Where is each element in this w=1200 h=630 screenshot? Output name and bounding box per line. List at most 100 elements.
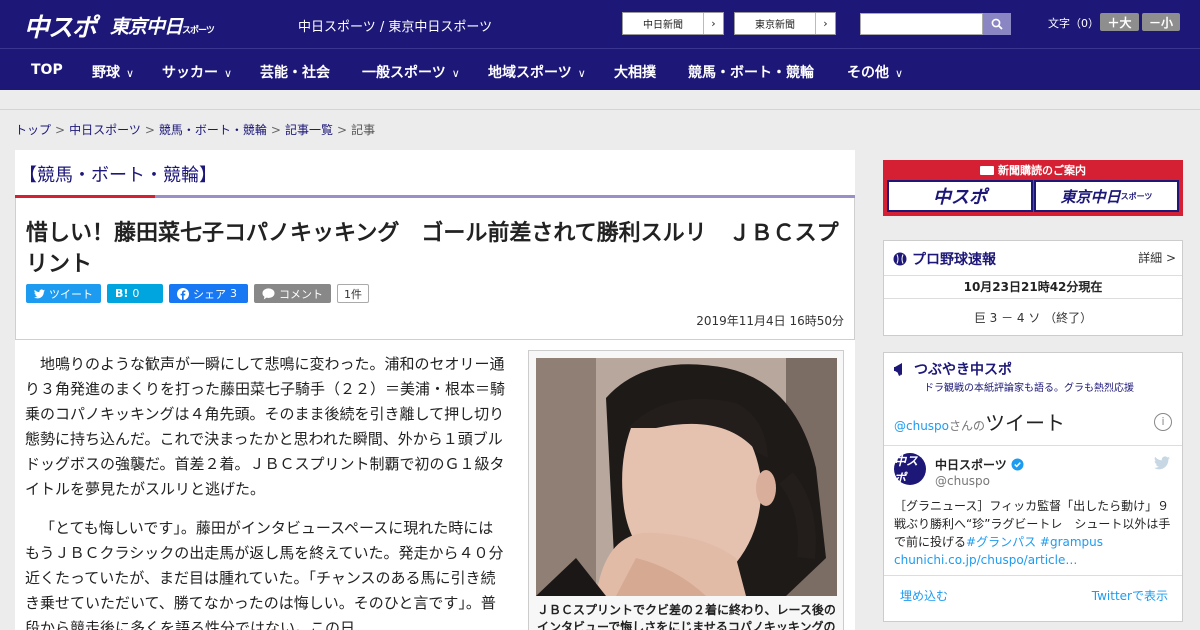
tokyo-logo-suffix: スポーツ	[182, 26, 215, 36]
search-input[interactable]	[860, 13, 983, 35]
comment-bubble-icon	[262, 287, 275, 299]
tokyo-shimbun-label: 東京新聞	[755, 20, 795, 31]
tweets-title-text: つぶやき中スポ	[914, 362, 1012, 378]
baseball-detail-link[interactable]: 詳細 >	[1138, 249, 1176, 266]
chevron-down-icon: ∨	[895, 67, 904, 80]
hatena-bookmark-button[interactable]: B! 0	[107, 284, 163, 303]
chevron-down-icon: ∨	[126, 67, 135, 80]
promo-tokyo-logo[interactable]: 東京中日 スポーツ	[1034, 180, 1179, 212]
article-paragraph: 「とても悔しいです」。藤田がインタビュースペースに現れた時にはもうＪＢＣクラシッ…	[25, 519, 504, 630]
article-photo-figure: ＪＢＣスプリントでクビ差の２着に終わり、レース後のインタビューで悔しさをにじませ…	[528, 350, 844, 630]
twitter-icon	[34, 288, 45, 298]
main-nav: TOP 野球 ∨ サッカー ∨ 芸能・社会 一般スポーツ ∨ 地域スポーツ ∨ 大相撲 …	[0, 48, 1200, 90]
nav-label: 芸能・社会	[260, 65, 330, 81]
comment-button[interactable]: コメント	[254, 284, 331, 303]
promo-title: 新聞購読のご案内	[883, 162, 1183, 178]
embed-link[interactable]: 埋め込む	[900, 587, 948, 604]
hatena-icon: B!	[115, 287, 129, 300]
tweets-handle-link[interactable]: @chuspo	[894, 419, 949, 433]
info-icon[interactable]: i	[1154, 413, 1172, 431]
baseball-icon	[893, 252, 907, 266]
tweet-author-text: 中日スポーツ	[935, 458, 1007, 472]
nav-other[interactable]: その他 ∨	[847, 62, 903, 82]
avatar[interactable]: 中スポ	[894, 453, 926, 485]
tweets-timeline-header: @chuspoさんのツイート	[894, 407, 1065, 436]
nav-label: 野球	[92, 65, 120, 81]
breadcrumb-chunichi-sports[interactable]: 中日スポーツ	[69, 123, 141, 137]
chevron-right-icon: ›	[703, 13, 723, 34]
newspaper-icon	[980, 166, 994, 175]
hashtag-link[interactable]: #grampus	[1040, 535, 1103, 549]
nav-top[interactable]: TOP	[31, 62, 63, 78]
breadcrumb-article-list[interactable]: 記事一覧	[285, 123, 333, 137]
photo-caption: ＪＢＣスプリントでクビ差の２着に終わり、レース後のインタビューで悔しさをにじませ…	[537, 603, 836, 630]
tweets-widget: つぶやき中スポ ドラ観戦の本紙評論家も語る。グラも熱烈応援 @chuspoさんの…	[883, 352, 1183, 622]
nav-label: TOP	[31, 62, 63, 78]
share-buttons: ツイート B! 0 シェア 3 コメント 1件	[26, 284, 369, 303]
breadcrumb-sep: >	[270, 123, 281, 137]
baseball-score[interactable]: 巨 3 － 4 ソ （終了）	[884, 309, 1182, 326]
promo-tokyo-text: 東京中日	[1060, 187, 1121, 206]
article-photo[interactable]	[536, 358, 837, 596]
article-paragraph: 地鳴りのような歓声が一瞬にして悲鳴に変わった。浦和のセオリー通り３角発進のまくり…	[25, 355, 506, 498]
nav-label: その他	[847, 65, 889, 81]
baseball-scores-widget: プロ野球速報 詳細 > 10月23日21時42分現在 巨 3 － 4 ソ （終了…	[883, 240, 1183, 336]
nav-label: 大相撲	[614, 65, 656, 81]
twitter-bird-icon[interactable]	[1154, 455, 1170, 474]
search-icon	[991, 18, 1003, 30]
nav-soccer[interactable]: サッカー ∨	[162, 62, 232, 82]
baseball-title-text: プロ野球速報	[912, 252, 996, 268]
tweets-san: さんの	[949, 419, 986, 433]
tweet-author-handle[interactable]: @chuspo	[935, 474, 990, 488]
nav-label: サッカー	[162, 65, 218, 81]
comment-count[interactable]: 1件	[337, 284, 369, 303]
subscription-promo[interactable]: 新聞購読のご案内 中スポ 東京中日 スポーツ	[883, 160, 1183, 216]
tokyo-shimbun-link[interactable]: 東京新聞 ›	[734, 12, 836, 35]
baseball-update-time: 10月23日21時42分現在	[884, 275, 1182, 299]
category-title: 【競馬・ボート・競輪】	[19, 165, 217, 186]
comment-label: コメント	[279, 287, 323, 301]
nav-local-sports[interactable]: 地域スポーツ ∨	[488, 62, 586, 82]
facebook-count: 3	[230, 287, 237, 300]
tweets-subtitle: ドラ観戦の本紙評論家も語る。グラも熱烈応援	[924, 383, 1134, 394]
megaphone-icon	[894, 363, 902, 376]
chunichi-shimbun-link[interactable]: 中日新聞 ›	[622, 12, 724, 35]
font-smaller-button[interactable]: －小	[1142, 13, 1180, 31]
breadcrumb-top[interactable]: トップ	[15, 123, 51, 137]
chuspo-logo[interactable]: 中スポ	[24, 8, 97, 44]
article-headline: 惜しい！藤田菜七子コパノキッキング ゴール前差されて勝利スルリ ＪＢＣスプリント	[26, 221, 839, 277]
nav-sumo[interactable]: 大相撲	[614, 62, 656, 82]
search-button[interactable]	[983, 13, 1011, 35]
article-header-box: 惜しい！藤田菜七子コパノキッキング ゴール前差されて勝利スルリ ＪＢＣスプリント…	[15, 198, 855, 340]
verified-badge-icon	[1011, 458, 1024, 471]
nav-label: 競馬・ボート・競輪	[688, 65, 814, 81]
facebook-icon	[177, 287, 189, 300]
tweet-author-name[interactable]: 中日スポーツ	[935, 456, 1024, 473]
hashtag-link[interactable]: #グランパス	[966, 535, 1036, 549]
font-size-label: 文字（0）	[1048, 17, 1099, 30]
font-bigger-button[interactable]: ＋大	[1100, 13, 1139, 31]
tweets-title: つぶやき中スポ	[893, 359, 1012, 379]
article-body: 地鳴りのような歓声が一瞬にして悲鳴に変わった。浦和のセオリー通り３角発進のまくり…	[25, 352, 507, 630]
promo-chuspo-logo[interactable]: 中スポ	[887, 180, 1033, 212]
nav-entertainment[interactable]: 芸能・社会	[260, 62, 330, 82]
breadcrumb: トップ > 中日スポーツ > 競馬・ボート・競輪 > 記事一覧 > 記事	[15, 121, 375, 138]
nav-general-sports[interactable]: 一般スポーツ ∨	[362, 62, 460, 82]
category-header: 【競馬・ボート・競輪】	[15, 150, 855, 198]
view-on-twitter-link[interactable]: Twitterで表示	[1092, 587, 1168, 604]
tweet-url-link[interactable]: chunichi.co.jp/chuspo/article…	[894, 553, 1077, 567]
breadcrumb-current: 記事	[351, 123, 376, 137]
facebook-label: シェア	[193, 287, 226, 301]
publish-date: 2019年11月4日 16時50分	[696, 314, 844, 328]
nav-keiba[interactable]: 競馬・ボート・競輪	[688, 62, 814, 82]
tweets-heading: ツイート	[985, 411, 1066, 435]
tweet-button[interactable]: ツイート	[26, 284, 101, 303]
tweet-text: ［グラニュース］フィッカ監督「出したら動け」９戦ぶり勝利へ“珍”ラグビートレ シ…	[894, 497, 1176, 569]
breadcrumb-sep: >	[337, 123, 348, 137]
sub-band	[0, 90, 1200, 110]
nav-baseball[interactable]: 野球 ∨	[92, 62, 134, 82]
facebook-share-button[interactable]: シェア 3	[169, 284, 248, 303]
breadcrumb-keiba[interactable]: 競馬・ボート・競輪	[159, 123, 267, 137]
tokyo-chunichi-logo[interactable]: 東京中日スポーツ	[110, 12, 215, 39]
chevron-right-icon: ›	[815, 13, 835, 34]
